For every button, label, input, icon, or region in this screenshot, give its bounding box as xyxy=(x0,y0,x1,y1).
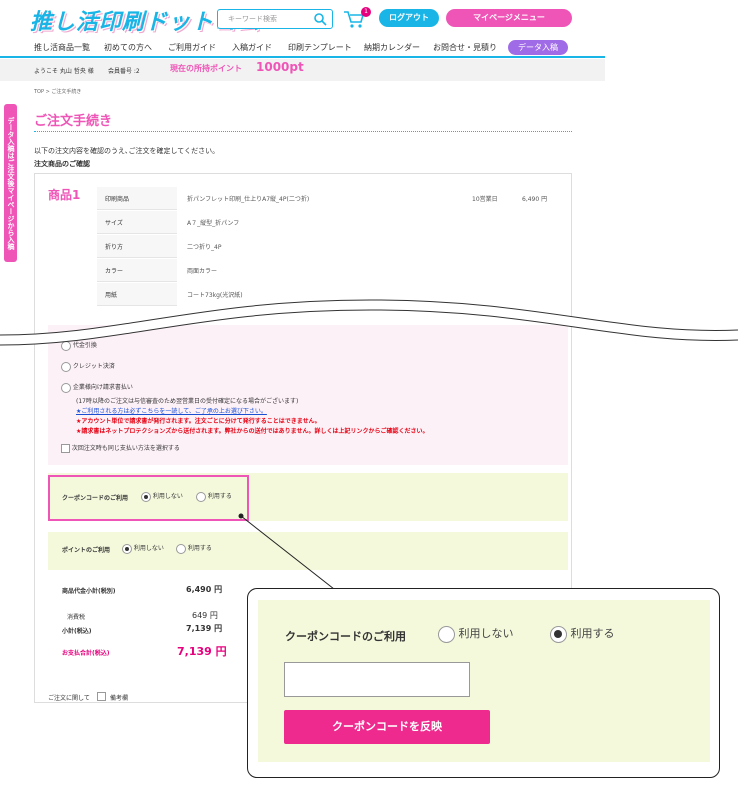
tax-label: 消費税 xyxy=(67,614,86,621)
logout-button[interactable]: ログアウト xyxy=(379,9,439,27)
payment-option-credit[interactable]: クレジット決済 xyxy=(61,361,115,372)
invoice-terms-link[interactable]: ★ご利用される方は必ずこちらを一読して、ご了承の上お選び下さい。 xyxy=(76,406,267,415)
remember-payment-label: 次回注文時も同じ支払い方法を選択する xyxy=(71,445,180,452)
radio-icon[interactable] xyxy=(176,543,186,554)
remarks-checkbox[interactable] xyxy=(97,692,106,701)
radio-icon[interactable] xyxy=(61,361,71,372)
point-option-yes[interactable]: 利用する xyxy=(176,543,212,554)
title-divider xyxy=(34,131,572,132)
total-label: 小計(税込) xyxy=(62,628,92,635)
point-option-no[interactable]: 利用しない xyxy=(122,543,164,554)
total-value: 7,139 円 xyxy=(186,624,223,633)
points-value: 1000pt xyxy=(256,60,304,74)
radio-icon[interactable] xyxy=(438,625,455,643)
subtotal-label: 商品代金小計(税別) xyxy=(62,588,116,595)
row-value: 二つ折り_4P xyxy=(187,244,222,251)
cart-count-badge: 1 xyxy=(361,7,371,17)
radio-icon[interactable] xyxy=(122,543,132,554)
section-heading: 注文商品のご確認 xyxy=(34,160,90,168)
zoom-coupon-no-label: 利用しない xyxy=(458,627,514,640)
table-row: サイズ A７_縦型_折パンフ xyxy=(97,211,557,234)
data-submission-side-tab[interactable]: データ入稿はご注文後マイページから入稿 xyxy=(4,104,17,262)
nav-item-contact[interactable]: お問合せ・見積り xyxy=(433,42,497,53)
row-value: A７_縦型_折パンフ xyxy=(187,220,240,227)
page-title: ご注文手続き xyxy=(34,114,113,129)
row-value: 両面カラー xyxy=(187,268,218,275)
table-row: 印刷商品 折パンフレット印刷_仕上りA7縦_4P(二つ折) 10営業日 6,49… xyxy=(97,187,557,210)
payment-option-label: 企業様向け請求書払い xyxy=(72,384,133,391)
subtotal-value: 6,490 円 xyxy=(186,585,223,594)
user-bar: ようこそ 丸山 哲央 様 会員番号 :2 現在の所持ポイント 1000pt xyxy=(0,59,605,81)
nav-item-products[interactable]: 推し活商品一覧 xyxy=(34,42,90,53)
member-number: 会員番号 :2 xyxy=(108,68,140,75)
radio-icon[interactable] xyxy=(61,382,71,393)
search-input[interactable]: キーワード検索 xyxy=(217,9,333,29)
page-break-wave xyxy=(0,299,738,346)
row-value: 折パンフレット印刷_仕上りA7縦_4P(二つ折) xyxy=(187,196,310,203)
point-section: ポイントのご利用 利用しない 利用する xyxy=(48,532,568,570)
row-key: 印刷商品 xyxy=(105,196,130,203)
checkbox-icon[interactable] xyxy=(61,444,70,453)
remember-payment-checkbox[interactable]: 次回注文時も同じ支払い方法を選択する xyxy=(61,443,180,453)
mypage-menu-button[interactable]: マイページメニュー xyxy=(446,9,572,27)
payment-total-value: 7,139 円 xyxy=(177,645,227,658)
table-row: 折り方 二つ折り_4P xyxy=(97,235,557,258)
remarks-label: ご注文に関して xyxy=(48,695,90,702)
search-icon[interactable] xyxy=(313,12,327,29)
invoice-warning: ★アカウント単位で請求書が発行されます。注文ごとに分けて発行することはできません… xyxy=(76,418,321,425)
invoice-warning: ★請求書はネットプロテクションズから送付されます。弊社からの送付ではありません。… xyxy=(76,428,429,435)
nav-item-calendar[interactable]: 納期カレンダー xyxy=(364,42,420,53)
points-label: 現在の所持ポイント xyxy=(170,64,242,73)
table-row: カラー 両面カラー xyxy=(97,259,557,282)
zoom-coupon-option-no[interactable]: 利用しない xyxy=(438,625,514,643)
zoom-coupon-yes-label: 利用する xyxy=(570,627,615,640)
row-delivery: 10営業日 xyxy=(472,196,498,203)
point-no-label: 利用しない xyxy=(133,545,164,552)
breadcrumb: TOP > ご注文手続き xyxy=(34,89,82,95)
nav-item-guide[interactable]: ご利用ガイド xyxy=(168,42,216,53)
nav-item-data-submission[interactable]: データ入稿 xyxy=(508,40,568,55)
row-key: 折り方 xyxy=(105,244,124,251)
cart-icon[interactable]: 1 xyxy=(343,7,371,29)
nav-item-templates[interactable]: 印刷テンプレート xyxy=(288,42,352,53)
highlight-frame xyxy=(48,475,249,521)
invoice-note: (17時以降のご注文は与信審査のため翌営業日の受付確定になる場合がございます) xyxy=(76,398,299,405)
product-label: 商品1 xyxy=(48,188,81,202)
payment-option-label: クレジット決済 xyxy=(72,363,115,370)
tax-value: 649 円 xyxy=(192,611,218,620)
remarks-box-label: 備考欄 xyxy=(110,695,129,702)
point-label: ポイントのご利用 xyxy=(62,547,111,554)
row-key: サイズ xyxy=(105,220,123,227)
row-key: カラー xyxy=(105,268,124,275)
coupon-code-input[interactable] xyxy=(284,662,470,697)
payment-total-label: お支払合計(税込) xyxy=(62,650,110,657)
payment-option-invoice[interactable]: 企業様向け請求書払い xyxy=(61,382,133,393)
nav-item-submission-guide[interactable]: 入稿ガイド xyxy=(232,42,272,53)
zoom-coupon-option-yes[interactable]: 利用する xyxy=(550,625,615,643)
welcome-text: ようこそ 丸山 哲央 様 xyxy=(34,68,94,75)
point-yes-label: 利用する xyxy=(187,545,212,552)
radio-icon[interactable] xyxy=(550,625,567,643)
global-nav: 推し活商品一覧 初めての方へ ご利用ガイド 入稿ガイド 印刷テンプレート 納期カ… xyxy=(0,38,605,58)
intro-text: 以下の注文内容を確認のうえ､ご注文を確定してください。 xyxy=(34,147,220,155)
zoom-coupon-label: クーポンコードのご利用 xyxy=(285,630,406,643)
nav-item-beginners[interactable]: 初めての方へ xyxy=(104,42,152,53)
search-placeholder: キーワード検索 xyxy=(228,15,277,23)
apply-coupon-button[interactable]: クーポンコードを反映 xyxy=(284,710,490,744)
row-price: 6,490 円 xyxy=(522,196,548,203)
